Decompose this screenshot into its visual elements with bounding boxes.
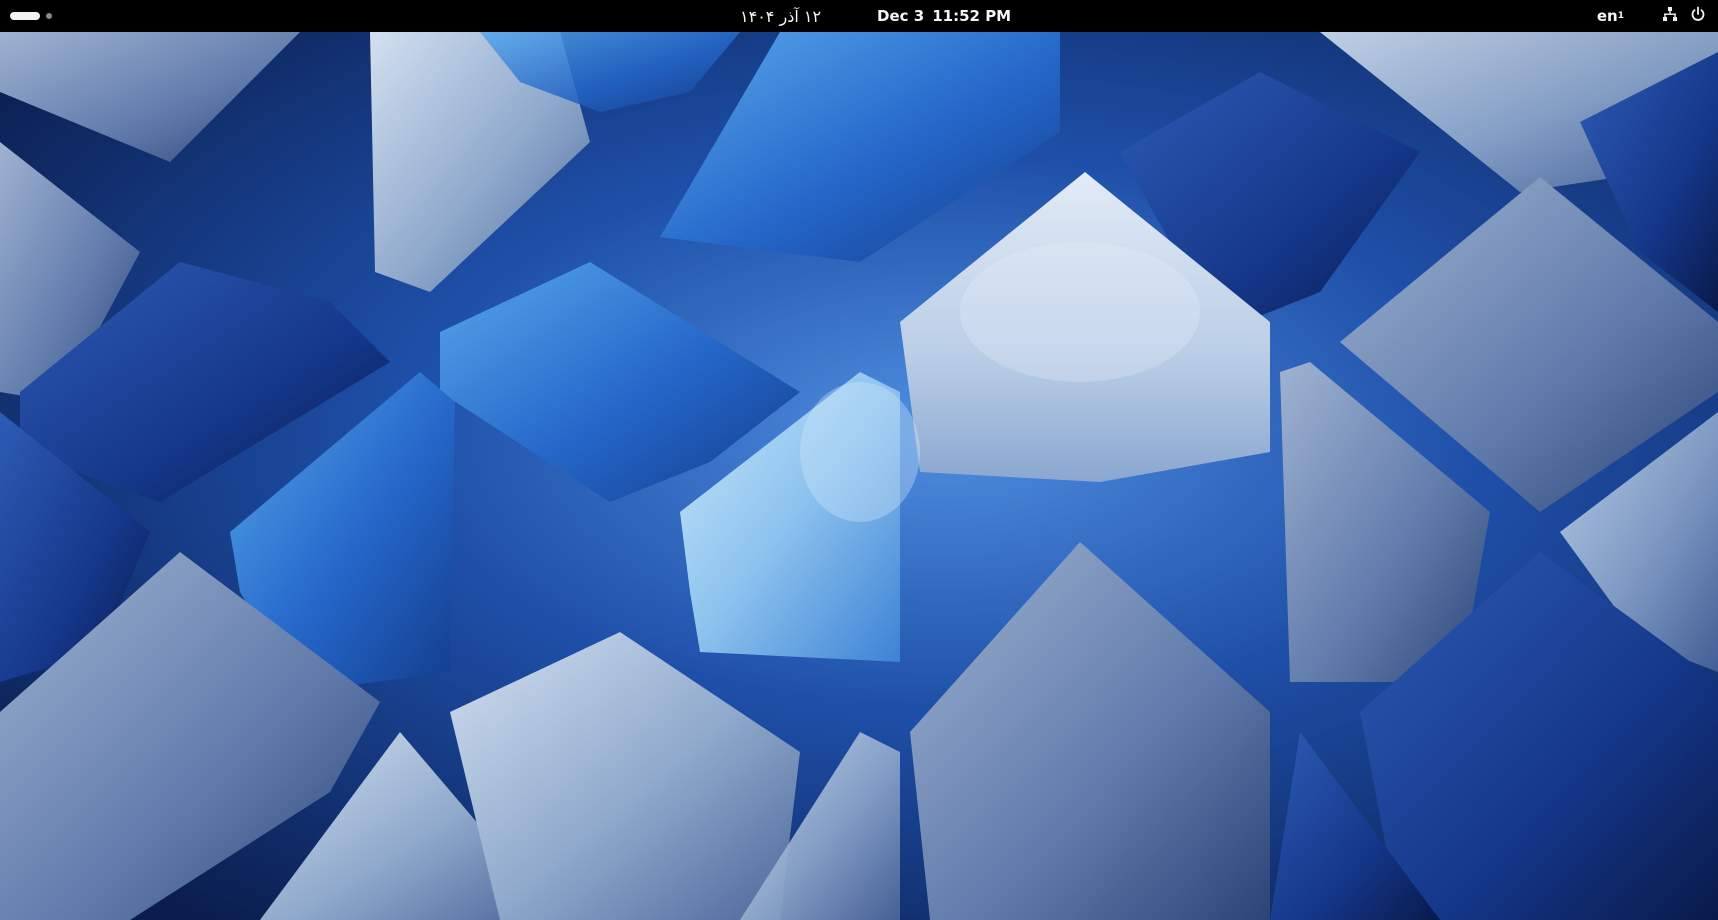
- network-menu-button[interactable]: [1656, 0, 1684, 32]
- date-label: Dec 3: [877, 7, 925, 25]
- keyboard-layout-index: 1: [1617, 11, 1624, 21]
- top-bar: ۱۲ آذر ۱۴۰۴ Dec 3 11:52 PM en 1: [0, 0, 1718, 32]
- activities-button[interactable]: [10, 6, 62, 26]
- date-time-label: Dec 3 11:52 PM: [877, 7, 1011, 25]
- active-workspace-indicator-icon: [10, 12, 40, 20]
- persian-date: ۱۲ آذر ۱۴۰۴: [740, 6, 822, 26]
- system-menu-button[interactable]: [1684, 0, 1712, 32]
- wired-network-icon: [1662, 6, 1678, 26]
- inactive-workspace-indicator-icon: [46, 13, 52, 19]
- power-icon: [1690, 6, 1706, 26]
- desktop-wallpaper: [0, 32, 1718, 920]
- keyboard-layout-indicator[interactable]: en 1: [1587, 0, 1634, 32]
- time-label: 11:52 PM: [932, 7, 1012, 25]
- date-time-menu[interactable]: ۱۲ آذر ۱۴۰۴ Dec 3 11:52 PM: [732, 4, 1019, 28]
- desktop: ۱۲ آذر ۱۴۰۴ Dec 3 11:52 PM en 1: [0, 0, 1718, 920]
- keyboard-layout-label: en: [1596, 7, 1618, 25]
- system-tray: en 1: [1587, 0, 1718, 32]
